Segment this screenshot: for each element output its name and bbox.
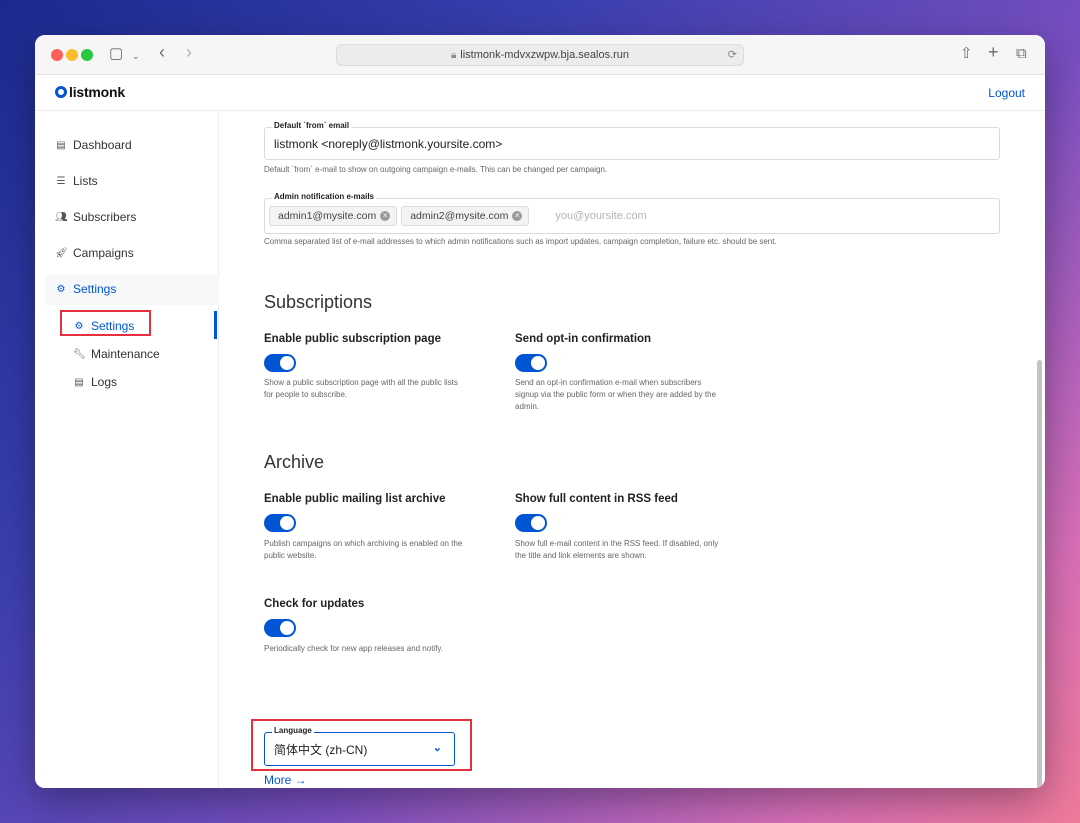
from-email-value: listmonk <noreply@listmonk.yoursite.com> [274, 136, 503, 151]
toggle-knob [531, 516, 545, 530]
language-selected-value: 简体中文 (zh-CN) [274, 742, 368, 757]
toggle-knob [531, 356, 545, 370]
toggle-knob [280, 621, 294, 635]
lock-icon: 🔒︎ [450, 50, 457, 61]
email-tag: admin1@mysite.com × [269, 206, 398, 226]
sidebar-item-label: Lists [73, 174, 98, 188]
browser-toolbar: ▢ ⌄ ‹ › 🔒︎ listmonk-mdvxzwpw.bja.sealos.r… [35, 35, 1045, 75]
rss-full-content-title: Show full content in RSS feed [515, 493, 678, 505]
sidebar-item-label: Settings [73, 282, 117, 296]
sidebar-item-campaigns[interactable]: 🚀︎ Campaigns [55, 246, 134, 260]
sidebar: ▤ Dashboard ☰ Lists 👥︎ Subscribers 🚀︎ Campai… [35, 112, 219, 788]
wrench-icon: 🔧︎ [73, 348, 86, 360]
sidebar-item-lists[interactable]: ☰ Lists [55, 174, 98, 188]
toggle-knob [280, 356, 294, 370]
logo-icon [55, 86, 67, 98]
sidebar-item-label: Subscribers [73, 210, 137, 224]
optin-confirmation-help: Send an opt-in confirmation e-mail when … [515, 377, 716, 413]
optin-confirmation-toggle[interactable] [515, 354, 547, 372]
reload-icon[interactable]: ⟳ [728, 45, 737, 65]
sidebar-subitem-maintenance[interactable]: 🔧︎ Maintenance [73, 347, 160, 361]
check-updates-toggle[interactable] [264, 619, 296, 637]
chevron-down-icon[interactable]: ⌄ [132, 46, 140, 66]
help-line: for people to subscribe. [264, 390, 348, 399]
sidebar-subitem-logs[interactable]: ▤ Logs [73, 375, 117, 389]
sidebar-item-settings[interactable]: ⚙ Settings [55, 282, 117, 296]
help-line: Send an opt-in confirmation e-mail when … [515, 378, 702, 387]
zoom-window-button[interactable] [81, 49, 93, 61]
from-email-field[interactable]: listmonk <noreply@listmonk.yoursite.com> [264, 127, 1000, 160]
help-line: signup via the public form or when they … [515, 390, 717, 399]
optin-confirmation-title: Send opt-in confirmation [515, 333, 652, 345]
tabs-overview-icon[interactable]: ⧉ [1016, 44, 1027, 64]
remove-tag-icon[interactable]: × [380, 211, 391, 221]
address-url: listmonk-mdvxzwpw.bja.sealos.run [460, 49, 630, 61]
help-line: the title and link elements are shown. [515, 551, 647, 560]
minimize-window-button[interactable] [66, 49, 78, 61]
app-header: listmonk Logout [35, 75, 1045, 111]
admin-email-input-placeholder[interactable]: you@yoursite.com [555, 210, 646, 222]
from-email-help: Default `from` e-mail to show on outgoin… [264, 165, 608, 174]
section-title-subscriptions: Subscriptions [264, 292, 373, 312]
back-icon[interactable]: ‹ [159, 42, 165, 62]
sidebar-subitem-label: Maintenance [91, 347, 160, 361]
check-updates-title: Check for updates [264, 598, 365, 610]
language-label: Language [272, 726, 314, 735]
admin-emails-label: Admin notification e-mails [272, 192, 377, 201]
logout-link[interactable]: Logout [988, 86, 1025, 100]
sidebar-toggle-icon[interactable]: ▢ [109, 44, 123, 64]
scrollbar[interactable] [1037, 360, 1042, 788]
sidebar-subitem-label: Logs [91, 375, 118, 389]
public-archive-help: Publish campaigns on which archiving is … [264, 538, 462, 562]
remove-tag-icon[interactable]: × [512, 211, 523, 221]
share-icon[interactable]: ⇧ [960, 44, 973, 64]
email-tag: admin2@mysite.com × [401, 206, 530, 226]
help-line: Publish campaigns on which archiving is … [264, 539, 463, 548]
toggle-knob [280, 516, 294, 530]
settings-main: listmonk <noreply@listmonk.yoursite.com>… [220, 112, 1045, 788]
list-icon: ☰ [56, 175, 66, 187]
logo-text: listmonk [69, 84, 125, 100]
listmonk-logo[interactable]: listmonk [55, 84, 125, 100]
sidebar-item-label: Campaigns [73, 246, 134, 260]
help-line: Show a public subscription page with all… [264, 378, 458, 387]
public-subscription-help: Show a public subscription page with all… [264, 377, 458, 401]
help-line: admin. [515, 402, 540, 411]
rss-full-content-toggle[interactable] [515, 514, 547, 532]
public-archive-toggle[interactable] [264, 514, 296, 532]
chevron-down-icon: ⌄ [432, 742, 442, 754]
admin-emails-help: Comma separated list of e-mail addresses… [264, 237, 777, 246]
dashboard-icon: ▤ [56, 139, 66, 151]
check-updates-help: Periodically check for new app releases … [264, 644, 444, 653]
address-bar[interactable]: 🔒︎ listmonk-mdvxzwpw.bja.sealos.run ⟳ [336, 44, 744, 66]
help-line: Show full e-mail content in the RSS feed… [515, 539, 719, 548]
new-tab-icon[interactable]: + [988, 42, 999, 62]
gear-icon: ⚙ [56, 283, 66, 295]
public-subscription-toggle[interactable] [264, 354, 296, 372]
rss-full-content-help: Show full e-mail content in the RSS feed… [515, 538, 718, 562]
rocket-icon: 🚀︎ [55, 247, 68, 259]
users-icon: 👥︎ [55, 211, 68, 223]
more-languages-link[interactable]: More → [264, 773, 307, 787]
browser-window: ▢ ⌄ ‹ › 🔒︎ listmonk-mdvxzwpw.bja.sealos.r… [35, 35, 1045, 788]
log-icon: ▤ [74, 376, 84, 388]
sidebar-item-label: Dashboard [73, 138, 132, 152]
close-window-button[interactable] [51, 49, 63, 61]
forward-icon[interactable]: › [186, 42, 192, 62]
from-email-label: Default `from` email [272, 121, 352, 130]
public-archive-title: Enable public mailing list archive [264, 493, 446, 505]
sidebar-item-dashboard[interactable]: ▤ Dashboard [55, 138, 132, 152]
highlight-box-settings [60, 310, 151, 336]
public-subscription-title: Enable public subscription page [264, 333, 441, 345]
admin-emails-field[interactable]: admin1@mysite.com × admin2@mysite.com × yo… [264, 198, 1000, 234]
help-line: public website. [264, 551, 317, 560]
sidebar-item-subscribers[interactable]: 👥︎ Subscribers [55, 210, 136, 224]
section-title-archive: Archive [264, 452, 325, 472]
active-indicator [214, 311, 217, 339]
email-tag-text: admin2@mysite.com [410, 210, 509, 222]
language-select[interactable]: 简体中文 (zh-CN) ⌄ [264, 732, 455, 766]
email-tag-text: admin1@mysite.com [278, 210, 377, 222]
